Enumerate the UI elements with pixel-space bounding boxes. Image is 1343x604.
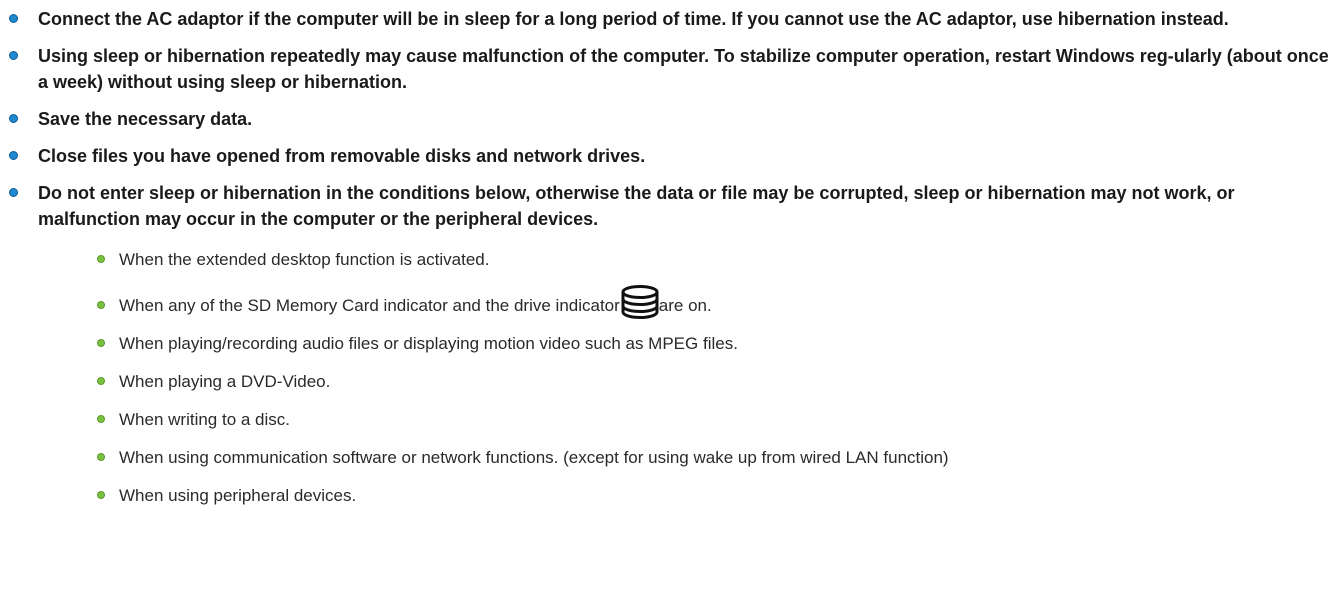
bullet-icon [9,114,18,123]
bullet-icon [9,151,18,160]
bullet-icon [9,14,18,23]
sub-list-item-text: When using peripheral devices. [119,486,357,505]
sub-bullet-icon [97,301,105,309]
bullet-icon [9,188,18,197]
sub-list-item-text: When playing/recording audio files or di… [119,334,738,353]
sub-list-item: When playing a DVD-Video. [38,370,1333,394]
sub-bullet-icon [97,453,105,461]
list-item-text: Connect the AC adaptor if the computer w… [38,9,1229,29]
sub-list-item-text: When the extended desktop function is ac… [119,250,490,269]
sub-bullet-icon [97,255,105,263]
sub-list-item: When any of the SD Memory Card indicator… [38,285,1333,319]
list-item: Save the necessary data. [0,106,1343,132]
list-item-text: Do not enter sleep or hibernation in the… [38,183,1235,229]
conditions-sub-list: When the extended desktop function is ac… [38,248,1333,508]
sub-list-item: When playing/recording audio files or di… [38,332,1333,356]
sub-list-item-text: When using communication software or net… [119,448,949,467]
sub-list-item-text-after: are on. [658,296,712,315]
main-bullet-list: Connect the AC adaptor if the computer w… [0,0,1343,508]
list-item-text: Save the necessary data. [38,109,253,129]
list-item-text: Close files you have opened from removab… [38,146,646,166]
sub-bullet-icon [97,491,105,499]
sub-list-item-text: When playing a DVD-Video. [119,372,331,391]
list-item: Using sleep or hibernation repeatedly ma… [0,43,1343,95]
sub-bullet-icon [97,377,105,385]
sub-bullet-icon [97,339,105,347]
sub-list-item: When writing to a disc. [38,408,1333,432]
sub-list-item-text: When writing to a disc. [119,410,291,429]
sub-list-item: When using communication software or net… [38,446,1333,470]
drive-indicator-icon [621,285,659,319]
list-item: Do not enter sleep or hibernation in the… [0,180,1343,508]
sub-list-item: When using peripheral devices. [38,484,1333,508]
sub-list-item-text-before: When any of the SD Memory Card indicator… [119,296,620,315]
sub-list-item: When the extended desktop function is ac… [38,248,1333,272]
sub-bullet-icon [97,415,105,423]
list-item-text: Using sleep or hibernation repeatedly ma… [38,46,1329,92]
list-item: Connect the AC adaptor if the computer w… [0,6,1343,32]
bullet-icon [9,51,18,60]
list-item: Close files you have opened from removab… [0,143,1343,169]
